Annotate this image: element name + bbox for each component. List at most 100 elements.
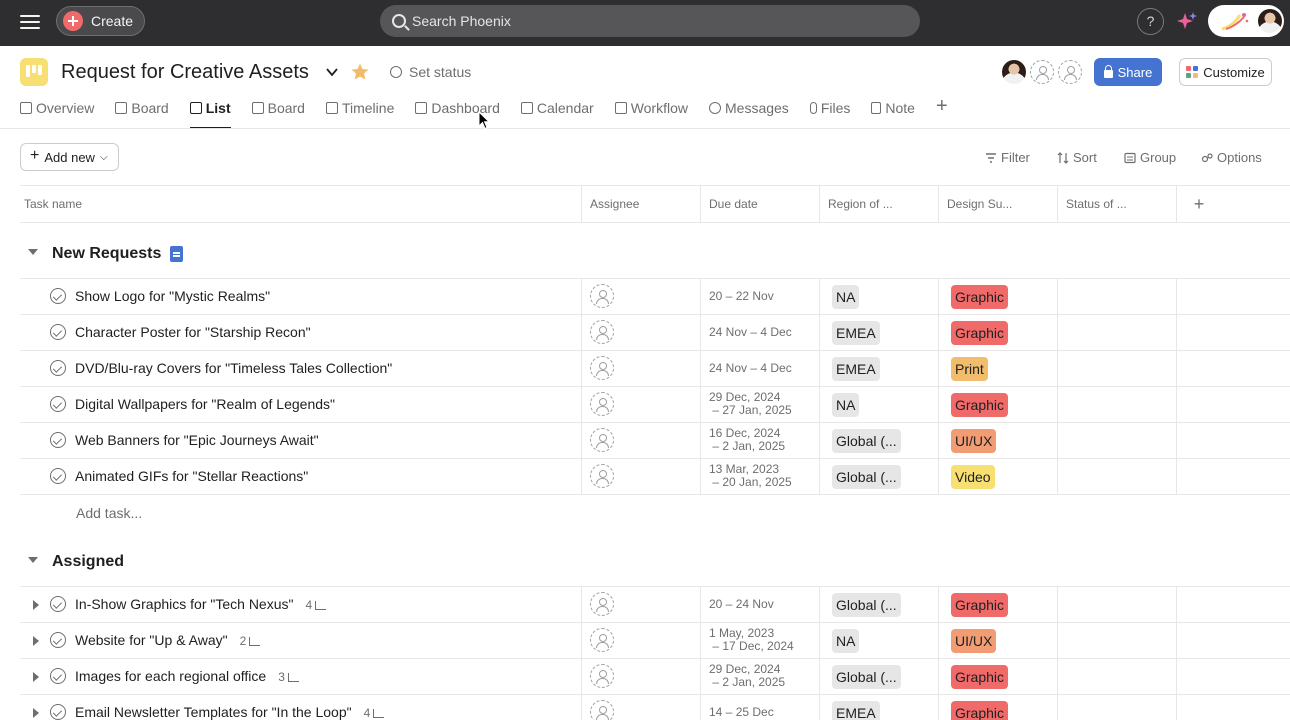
subtask-count[interactable]: 3 bbox=[278, 670, 299, 684]
task-name[interactable]: Character Poster for "Starship Recon" bbox=[75, 324, 311, 340]
tab-note[interactable]: Note bbox=[871, 96, 915, 129]
unassigned-avatar-icon[interactable] bbox=[590, 320, 614, 344]
task-name[interactable]: In-Show Graphics for "Tech Nexus" 4 bbox=[75, 596, 327, 612]
region-cell[interactable]: Global (... bbox=[820, 659, 939, 694]
status-cell[interactable] bbox=[1058, 351, 1177, 386]
column-header-region[interactable]: Region of ... bbox=[820, 186, 939, 223]
assignee-cell[interactable] bbox=[582, 351, 701, 386]
column-header-assignee[interactable]: Assignee bbox=[582, 186, 701, 223]
tab-board[interactable]: Board bbox=[115, 96, 169, 129]
design-support-cell[interactable]: Video bbox=[939, 459, 1058, 494]
unassigned-avatar-icon[interactable] bbox=[590, 392, 614, 416]
design-support-cell[interactable]: UI/UX bbox=[939, 623, 1058, 658]
unassigned-avatar-icon[interactable] bbox=[590, 284, 614, 308]
filter-button[interactable]: Filter bbox=[985, 150, 1030, 165]
hamburger-menu-icon[interactable] bbox=[20, 13, 40, 33]
design-support-cell[interactable]: Graphic bbox=[939, 279, 1058, 314]
design-support-cell[interactable]: Graphic bbox=[939, 387, 1058, 422]
due-date-cell[interactable]: 13 Mar, 2023 – 20 Jan, 2025 bbox=[701, 459, 820, 494]
expand-subtasks-icon[interactable] bbox=[33, 708, 39, 718]
design-tag[interactable]: Graphic bbox=[951, 285, 1009, 309]
complete-checkmark-icon[interactable] bbox=[50, 288, 66, 304]
task-name[interactable]: Web Banners for "Epic Journeys Await" bbox=[75, 432, 319, 448]
member-avatar[interactable] bbox=[1002, 60, 1026, 84]
customize-button[interactable]: Customize bbox=[1179, 58, 1272, 86]
design-tag[interactable]: Graphic bbox=[951, 593, 1009, 617]
subtask-count[interactable]: 4 bbox=[305, 598, 327, 612]
assignee-cell[interactable] bbox=[582, 587, 701, 622]
tab-overview[interactable]: Overview bbox=[20, 96, 94, 129]
design-tag[interactable]: Graphic bbox=[951, 321, 1009, 345]
design-support-cell[interactable]: Graphic bbox=[939, 587, 1058, 622]
complete-checkmark-icon[interactable] bbox=[50, 432, 66, 448]
search-input[interactable]: Search Phoenix bbox=[380, 5, 920, 37]
unassigned-avatar-icon[interactable] bbox=[590, 356, 614, 380]
region-cell[interactable]: Global (... bbox=[820, 587, 939, 622]
column-header-due-date[interactable]: Due date bbox=[701, 186, 820, 223]
region-tag[interactable]: EMEA bbox=[832, 321, 880, 345]
design-tag[interactable]: Graphic bbox=[951, 701, 1009, 720]
complete-checkmark-icon[interactable] bbox=[50, 632, 66, 648]
complete-checkmark-icon[interactable] bbox=[50, 468, 66, 484]
region-tag[interactable]: Global (... bbox=[832, 665, 901, 689]
task-name[interactable]: Animated GIFs for "Stellar Reactions" bbox=[75, 468, 308, 484]
unassigned-avatar-icon[interactable] bbox=[590, 464, 614, 488]
design-support-cell[interactable]: Graphic bbox=[939, 695, 1058, 720]
expand-subtasks-icon[interactable] bbox=[33, 672, 39, 682]
tab-calendar[interactable]: Calendar bbox=[520, 96, 594, 129]
region-tag[interactable]: EMEA bbox=[832, 701, 880, 720]
column-header-status[interactable]: Status of ... bbox=[1058, 186, 1177, 223]
region-cell[interactable]: NA bbox=[820, 623, 939, 658]
add-new-button[interactable]: + Add new ⌵ bbox=[20, 143, 119, 171]
region-cell[interactable]: NA bbox=[820, 387, 939, 422]
region-cell[interactable]: Global (... bbox=[820, 423, 939, 458]
assignee-cell[interactable] bbox=[582, 623, 701, 658]
region-cell[interactable]: EMEA bbox=[820, 315, 939, 350]
design-tag[interactable]: UI/UX bbox=[951, 629, 997, 653]
design-tag[interactable]: Graphic bbox=[951, 665, 1009, 689]
region-tag[interactable]: Global (... bbox=[832, 593, 901, 617]
section-form-icon[interactable] bbox=[170, 246, 183, 262]
due-date-cell[interactable]: 1 May, 2023 – 17 Dec, 2024 bbox=[701, 623, 820, 658]
due-date-cell[interactable]: 20 – 22 Nov bbox=[701, 279, 820, 314]
complete-checkmark-icon[interactable] bbox=[50, 668, 66, 684]
complete-checkmark-icon[interactable] bbox=[50, 596, 66, 612]
help-button[interactable]: ? bbox=[1137, 8, 1164, 35]
due-date-cell[interactable]: 29 Dec, 2024 – 2 Jan, 2025 bbox=[701, 659, 820, 694]
create-button[interactable]: Create bbox=[56, 6, 145, 36]
tab-list[interactable]: List bbox=[189, 96, 231, 129]
complete-checkmark-icon[interactable] bbox=[50, 396, 66, 412]
complete-checkmark-icon[interactable] bbox=[50, 704, 66, 720]
status-cell[interactable] bbox=[1058, 315, 1177, 350]
subtask-count[interactable]: 4 bbox=[364, 706, 385, 720]
due-date-cell[interactable]: 16 Dec, 2024 – 2 Jan, 2025 bbox=[701, 423, 820, 458]
region-tag[interactable]: Global (... bbox=[832, 465, 901, 489]
group-button[interactable]: Group bbox=[1124, 150, 1176, 165]
status-cell[interactable] bbox=[1058, 459, 1177, 494]
due-date-cell[interactable]: 24 Nov – 4 Dec bbox=[701, 315, 820, 350]
region-tag[interactable]: Global (... bbox=[832, 429, 901, 453]
column-header-design-support[interactable]: Design Su... bbox=[939, 186, 1058, 223]
unassigned-avatar-icon[interactable] bbox=[590, 592, 614, 616]
assignee-cell[interactable] bbox=[582, 459, 701, 494]
design-support-cell[interactable]: Graphic bbox=[939, 659, 1058, 694]
subtask-count[interactable]: 2 bbox=[240, 634, 261, 648]
chevron-down-icon[interactable] bbox=[324, 64, 340, 80]
assignee-cell[interactable] bbox=[582, 695, 701, 720]
status-cell[interactable] bbox=[1058, 659, 1177, 694]
add-task-button[interactable]: Add task... bbox=[76, 505, 142, 521]
tab-files[interactable]: Files bbox=[809, 96, 850, 129]
status-cell[interactable] bbox=[1058, 387, 1177, 422]
assignee-cell[interactable] bbox=[582, 423, 701, 458]
region-cell[interactable]: NA bbox=[820, 279, 939, 314]
due-date-cell[interactable]: 29 Dec, 2024 – 27 Jan, 2025 bbox=[701, 387, 820, 422]
unassigned-avatar-icon[interactable] bbox=[590, 700, 614, 720]
region-cell[interactable]: EMEA bbox=[820, 351, 939, 386]
status-cell[interactable] bbox=[1058, 587, 1177, 622]
region-cell[interactable]: EMEA bbox=[820, 695, 939, 720]
project-title[interactable]: Request for Creative Assets bbox=[61, 61, 309, 84]
status-cell[interactable] bbox=[1058, 695, 1177, 720]
region-tag[interactable]: EMEA bbox=[832, 357, 880, 381]
tab-workflow[interactable]: Workflow bbox=[614, 96, 688, 129]
add-tab-button[interactable]: + bbox=[936, 95, 948, 129]
